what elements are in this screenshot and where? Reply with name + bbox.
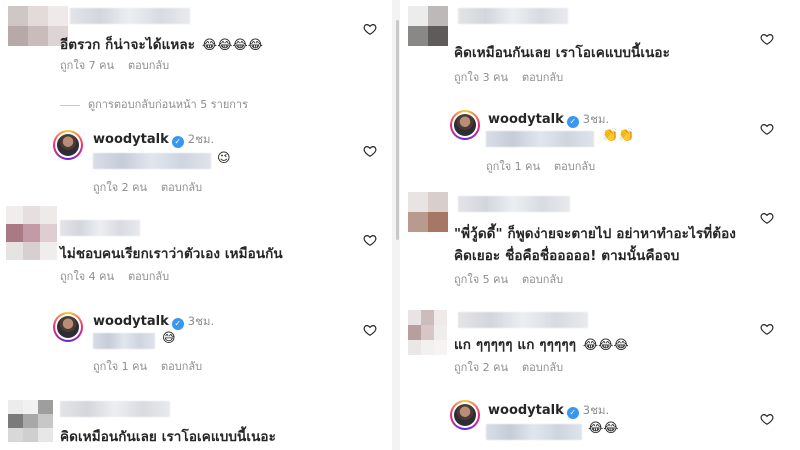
like-count[interactable]: ถูกใจ 2 คน — [454, 361, 508, 374]
username-redacted — [458, 196, 570, 212]
comment-text-line-1: "พี่วู้ดดี้" ก็พูดง่ายจะตายไป อย่าหาทำอะ… — [454, 226, 737, 242]
verified-badge-icon: ✓ — [566, 407, 579, 419]
view-previous-replies-link[interactable]: ดูการตอบกลับก่อนหน้า 5 รายการ — [60, 95, 248, 113]
avatar[interactable] — [408, 6, 448, 46]
separator-line — [60, 104, 80, 106]
reply-button[interactable]: ตอบกลับ — [522, 71, 563, 84]
comment-text: ไม่ชอบคนเรียกเราว่าตัวเอง เหมือนกัน — [60, 246, 283, 262]
comment-text: คิดเหมือนกันเลย เราโอเคแบบนี้เนอะ — [454, 45, 670, 61]
reply-text-redacted — [486, 131, 594, 147]
emoji: 😅 — [162, 331, 176, 346]
like-count[interactable]: ถูกใจ 3 คน — [454, 71, 508, 84]
username-redacted — [458, 8, 568, 24]
emoji: 😂😂😂 — [582, 338, 629, 353]
avatar[interactable] — [408, 192, 448, 232]
like-count[interactable]: ถูกใจ 1 คน — [93, 360, 147, 373]
heart-icon[interactable] — [363, 323, 377, 337]
avatar[interactable] — [53, 130, 83, 160]
reply-username[interactable]: woodytalk ✓ 3ชม. — [488, 111, 609, 129]
scrollbar[interactable] — [396, 20, 399, 240]
reply-button[interactable]: ตอบกลับ — [554, 160, 595, 173]
comment-text: คิดเหมือนกันเลย เราโอเคแบบนี้เนอะ — [60, 429, 276, 445]
reply-text-redacted — [93, 333, 155, 349]
like-count[interactable]: ถูกใจ 4 คน — [60, 270, 114, 283]
reply-text-redacted — [93, 153, 211, 169]
heart-icon[interactable] — [363, 233, 377, 247]
reply-meta: ถูกใจ 2 คน ตอบกลับ — [93, 178, 202, 196]
reply-username[interactable]: woodytalk ✓ 2ชม. — [93, 131, 214, 149]
reply-button[interactable]: ตอบกลับ — [522, 361, 563, 374]
avatar[interactable] — [408, 310, 447, 355]
comment-text: อีตรวก ก็น่าจะได้แหละ 😂😂😂😂 — [60, 37, 264, 53]
comment-meta: ถูกใจ 4 คน ตอบกลับ — [60, 267, 169, 285]
comment-text-line-2: คิดเยอะ ชื่อคือชื่อออออ! ตามนั้นคือจบ — [454, 248, 680, 264]
reply-meta: ถูกใจ 1 คน ตอบกลับ — [93, 357, 202, 375]
comment-meta: ถูกใจ 5 คน ตอบกลับ — [454, 270, 563, 288]
reply-text-redacted — [486, 424, 582, 440]
emoji: 😂😂 — [588, 421, 619, 436]
heart-icon[interactable] — [760, 122, 774, 136]
reply-button[interactable]: ตอบกลับ — [161, 360, 202, 373]
reply-button[interactable]: ตอบกลับ — [128, 59, 169, 72]
comments-panel-right: คิดเหมือนกันเลย เราโอเคแบบนี้เนอะ ถูกใจ … — [402, 0, 800, 450]
heart-icon[interactable] — [363, 22, 377, 36]
username-redacted — [60, 220, 140, 236]
like-count[interactable]: ถูกใจ 2 คน — [93, 181, 147, 194]
like-count[interactable]: ถูกใจ 1 คน — [486, 160, 540, 173]
avatar[interactable] — [450, 400, 480, 430]
comment-meta: ถูกใจ 3 คน ตอบกลับ — [454, 68, 563, 86]
heart-icon[interactable] — [760, 412, 774, 426]
emoji: 👏👏 — [602, 128, 635, 143]
like-count[interactable]: ถูกใจ 7 คน — [60, 59, 114, 72]
reply-username[interactable]: woodytalk ✓ 3ชม. — [488, 402, 609, 420]
emoji: 😉 — [217, 151, 231, 166]
reply-button[interactable]: ตอบกลับ — [161, 181, 202, 194]
comment-meta: ถูกใจ 7 คน ตอบกลับ — [60, 56, 169, 74]
verified-badge-icon: ✓ — [171, 318, 184, 330]
reply-button[interactable]: ตอบกลับ — [128, 270, 169, 283]
heart-icon[interactable] — [363, 144, 377, 158]
avatar[interactable] — [53, 312, 83, 342]
avatar[interactable] — [6, 206, 57, 260]
reply-button[interactable]: ตอบกลับ — [522, 273, 563, 286]
avatar[interactable] — [8, 400, 53, 442]
heart-icon[interactable] — [760, 211, 774, 225]
comments-panel-left: อีตรวก ก็น่าจะได้แหละ 😂😂😂😂 ถูกใจ 7 คนตอบ… — [0, 0, 390, 450]
reply-meta: ถูกใจ 1 คน ตอบกลับ — [486, 157, 595, 175]
like-count[interactable]: ถูกใจ 5 คน — [454, 273, 508, 286]
verified-badge-icon: ✓ — [566, 116, 579, 128]
heart-icon[interactable] — [760, 32, 774, 46]
username-redacted — [70, 8, 190, 24]
verified-badge-icon: ✓ — [171, 136, 184, 148]
comment-text: แก ๆๆๆๆๆ แก ๆๆๆๆๆ 😂😂😂 — [454, 337, 629, 353]
comment-meta: ถูกใจ 2 คน ตอบกลับ — [454, 358, 563, 376]
username-redacted — [60, 401, 170, 417]
username-redacted — [458, 312, 588, 328]
avatar[interactable] — [450, 110, 480, 140]
reply-username[interactable]: woodytalk ✓ 3ชม. — [93, 313, 214, 331]
avatar[interactable] — [8, 6, 68, 46]
emoji: 😂😂😂😂 — [201, 38, 264, 53]
heart-icon[interactable] — [760, 322, 774, 336]
